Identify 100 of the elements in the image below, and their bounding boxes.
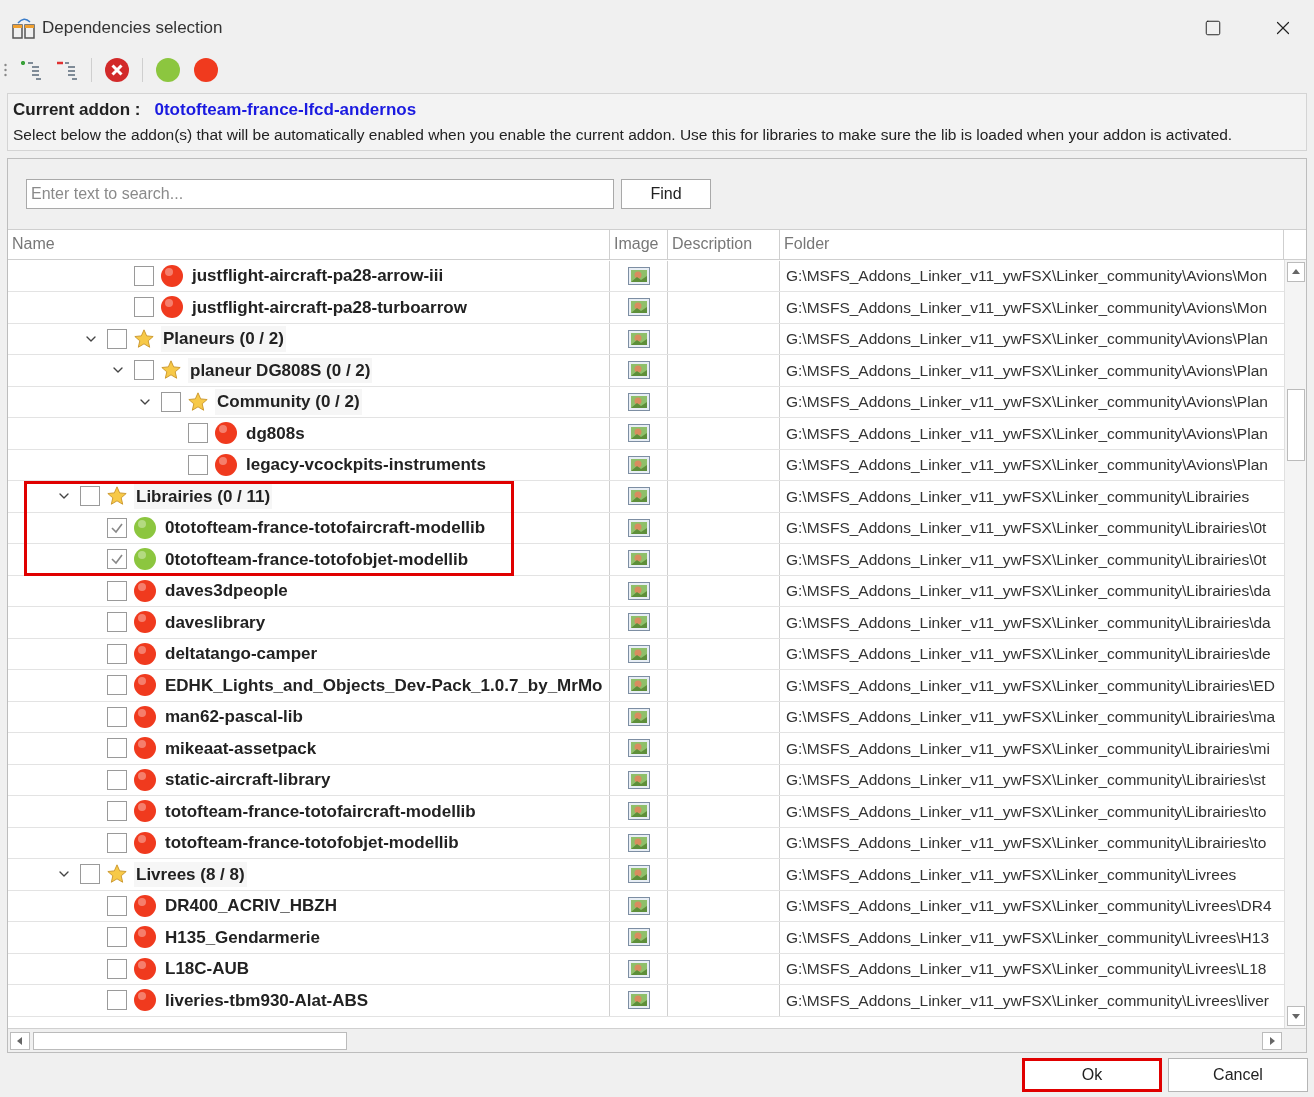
addon-name: 0totofteam-france-totofobjet-modellib — [164, 548, 470, 571]
app-icon — [12, 16, 36, 39]
enable-all-icon[interactable] — [155, 57, 181, 83]
checkbox[interactable] — [161, 391, 181, 412]
folder-path: G:\MSFS_Addons_Linker_v11_ywFSX\Linker_community\Avions\Plan — [786, 455, 1268, 476]
column-header[interactable]: Folder — [784, 232, 830, 256]
column-header[interactable]: Name — [12, 232, 55, 256]
window-title: Dependencies selection — [42, 16, 223, 39]
picture-icon — [628, 991, 650, 1010]
addon-name: totofteam-france-totofobjet-modellib — [164, 832, 460, 854]
checkbox[interactable] — [107, 580, 127, 601]
picture-icon — [628, 455, 650, 474]
folder-path: G:\MSFS_Addons_Linker_v11_ywFSX\Linker_community\Librairies\st — [786, 770, 1266, 791]
column-header[interactable]: Description — [672, 232, 753, 256]
folder-path: G:\MSFS_Addons_Linker_v11_ywFSX\Linker_community\Livrees\L18 — [786, 959, 1267, 980]
folder-path: G:\MSFS_Addons_Linker_v11_ywFSX\Linker_community\Librairies\da — [786, 581, 1271, 602]
picture-icon — [628, 298, 650, 317]
cancel-button[interactable]: Cancel — [1168, 1058, 1308, 1092]
picture-icon — [628, 739, 650, 758]
picture-icon — [628, 928, 650, 947]
checkbox[interactable] — [107, 328, 127, 349]
delete-icon[interactable] — [104, 57, 130, 83]
star-icon — [187, 390, 209, 413]
addon-name: EDHK_Lights_and_Objects_Dev-Pack_1.0.7_by_MrMo — [164, 674, 604, 697]
checkbox[interactable] — [107, 612, 127, 633]
checkbox[interactable] — [107, 706, 127, 727]
current-addon-label: Current addon : — [13, 99, 141, 121]
picture-icon — [628, 770, 650, 789]
picture-icon — [628, 959, 650, 978]
checkbox[interactable] — [107, 895, 127, 916]
checkbox[interactable] — [107, 738, 127, 759]
addon-name: DR400_ACRIV_HBZH — [164, 895, 338, 917]
folder-path: G:\MSFS_Addons_Linker_v11_ywFSX\Linker_community\Avions\Plan — [786, 392, 1268, 413]
group-label: Planeurs (0 / 2) — [161, 326, 286, 352]
checkbox[interactable] — [107, 832, 127, 853]
checkbox[interactable] — [188, 423, 208, 444]
addon-name: 0totofteam-france-totofaircraft-modellib — [164, 517, 487, 539]
checkbox[interactable] — [80, 864, 100, 885]
addon-name: man62-pascal-lib — [164, 706, 304, 728]
picture-icon — [628, 613, 650, 632]
scroll-up-icon[interactable] — [1286, 261, 1305, 282]
folder-path: G:\MSFS_Addons_Linker_v11_ywFSX\Linker_community\Livrees — [786, 864, 1237, 885]
checkbox[interactable] — [107, 769, 127, 790]
addon-name: L18C-AUB — [164, 958, 251, 980]
addon-name: liveries-tbm930-Alat-ABS — [164, 989, 370, 1012]
folder-path: G:\MSFS_Addons_Linker_v11_ywFSX\Linker_community\Librairies\ma — [786, 707, 1276, 728]
addon-name: deltatango-camper — [164, 643, 319, 665]
checkbox[interactable] — [107, 643, 127, 664]
picture-icon — [628, 802, 650, 821]
picture-icon — [628, 676, 650, 695]
addon-name: legacy-vcockpits-instruments — [245, 454, 487, 476]
folder-path: G:\MSFS_Addons_Linker_v11_ywFSX\Linker_community\Librairies — [786, 486, 1250, 507]
folder-path: G:\MSFS_Addons_Linker_v11_ywFSX\Linker_community\Librairies\to — [786, 833, 1267, 854]
folder-path: G:\MSFS_Addons_Linker_v11_ywFSX\Linker_community\Librairies\0t — [786, 549, 1267, 570]
maximize-icon[interactable] — [1204, 18, 1222, 37]
checkbox[interactable] — [107, 801, 127, 822]
checkbox[interactable] — [107, 517, 127, 538]
checkbox[interactable] — [134, 265, 154, 286]
column-header[interactable]: Image — [614, 232, 659, 256]
checkbox[interactable] — [107, 549, 127, 570]
horizontal-scrollbar[interactable] — [8, 1028, 1306, 1052]
picture-icon — [628, 487, 650, 506]
scroll-thumb[interactable] — [33, 1031, 347, 1050]
picture-icon — [628, 424, 650, 443]
checkbox[interactable] — [188, 454, 208, 475]
scroll-down-icon[interactable] — [1286, 1006, 1305, 1026]
checkbox[interactable] — [107, 927, 127, 948]
star-icon — [160, 359, 182, 382]
checkbox[interactable] — [80, 486, 100, 507]
folder-path: G:\MSFS_Addons_Linker_v11_ywFSX\Linker_community\Avions\Mon — [786, 297, 1267, 318]
folder-path: G:\MSFS_Addons_Linker_v11_ywFSX\Linker_community\Avions\Plan — [786, 360, 1268, 381]
find-button[interactable]: Find — [621, 178, 711, 209]
checkbox[interactable] — [107, 675, 127, 696]
folder-path: G:\MSFS_Addons_Linker_v11_ywFSX\Linker_community\Librairies\de — [786, 644, 1271, 665]
picture-icon — [628, 518, 650, 537]
vertical-scrollbar[interactable] — [1284, 259, 1306, 1028]
picture-icon — [628, 266, 650, 285]
picture-icon — [628, 896, 650, 915]
add-list-icon[interactable] — [19, 58, 43, 82]
folder-path: G:\MSFS_Addons_Linker_v11_ywFSX\Linker_community\Librairies\mi — [786, 738, 1270, 759]
description-text: Select below the addon(s) that will be automatically enabled when you enable the current addon. Use this for libraries to make sure the lib is loaded when your addon is activated. — [13, 124, 1234, 145]
checkbox[interactable] — [107, 958, 127, 979]
group-label: Librairies (0 / 11) — [134, 483, 273, 509]
checkbox[interactable] — [134, 297, 154, 318]
picture-icon — [628, 833, 650, 852]
scroll-right-icon[interactable] — [1262, 1031, 1282, 1050]
search-field[interactable]: Enter text to search... — [26, 178, 614, 209]
star-icon — [106, 485, 128, 508]
toolbar-grip-icon — [4, 63, 7, 77]
ok-button[interactable]: Ok — [1022, 1058, 1162, 1092]
folder-path: G:\MSFS_Addons_Linker_v11_ywFSX\Linker_community\Livrees\DR4 — [786, 896, 1272, 917]
scroll-left-icon[interactable] — [10, 1031, 30, 1050]
scroll-thumb[interactable] — [1286, 389, 1305, 461]
checkbox[interactable] — [134, 360, 154, 381]
addon-name: justflight-aircraft-pa28-turboarrow — [190, 296, 468, 319]
disable-all-icon[interactable] — [193, 57, 219, 83]
checkbox[interactable] — [107, 990, 127, 1011]
folder-path: G:\MSFS_Addons_Linker_v11_ywFSX\Linker_community\Librairies\da — [786, 612, 1271, 633]
picture-icon — [628, 550, 650, 569]
addon-name: static-aircraft-library — [164, 769, 332, 791]
